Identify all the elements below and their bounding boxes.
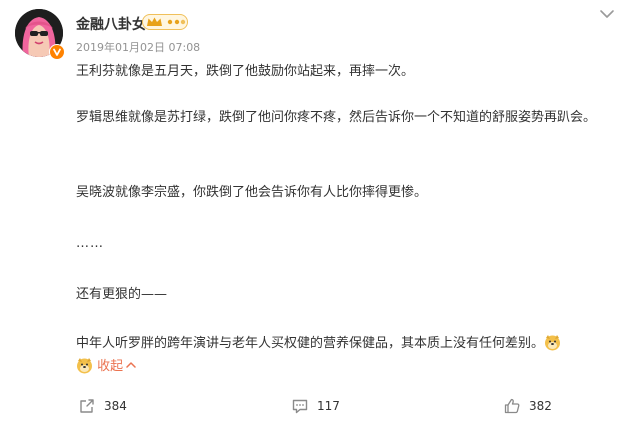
post-paragraph: 王利芬就像是五月天，跌倒了他鼓励你站起来，再摔一次。 <box>76 64 415 79</box>
comment-count: 117 <box>317 399 340 413</box>
collapse-row: 收起 <box>76 356 137 378</box>
post-paragraph-text: 中年人听罗胖的跨年演讲与老年人买权健的营养保健品，其本质上没有任何差别。 <box>76 336 545 351</box>
like-count: 382 <box>529 399 552 413</box>
doge-emoji-icon <box>544 334 561 351</box>
repost-button[interactable]: 384 <box>78 396 127 416</box>
chevron-down-icon[interactable] <box>598 6 616 20</box>
collapse-label: 收起 <box>97 359 124 374</box>
collapse-link[interactable]: 收起 <box>97 359 137 374</box>
post-paragraph: …… <box>76 236 104 251</box>
comment-icon <box>292 399 308 414</box>
post-paragraph: 吴晓波就像李宗盛，你跌倒了他会告诉你有人比你摔得更惨。 <box>76 185 428 200</box>
comment-button[interactable]: 117 <box>291 396 340 416</box>
post-paragraph: 还有更狠的—— <box>76 287 168 302</box>
repost-icon <box>80 399 94 413</box>
post-paragraph-with-emoji: 中年人听罗胖的跨年演讲与老年人买权健的营养保健品，其本质上没有任何差别。 <box>76 333 596 355</box>
repost-count: 384 <box>104 399 127 413</box>
post-paragraph: 罗辑思维就像是苏打绿，跌倒了他问你疼不疼，然后告诉你一个不知道的舒服姿势再趴会。 <box>76 110 597 125</box>
author-name[interactable]: 金融八卦女 <box>76 14 146 34</box>
chevron-up-icon <box>126 362 136 368</box>
post-timestamp[interactable]: 2019年01月02日 07:08 <box>76 39 200 55</box>
thumbs-up-icon <box>504 398 520 414</box>
like-button[interactable]: 382 <box>503 396 552 416</box>
doge-emoji-icon <box>76 357 93 374</box>
verified-v-icon[interactable] <box>49 44 65 60</box>
vip-crown-badge-icon[interactable] <box>142 13 188 31</box>
